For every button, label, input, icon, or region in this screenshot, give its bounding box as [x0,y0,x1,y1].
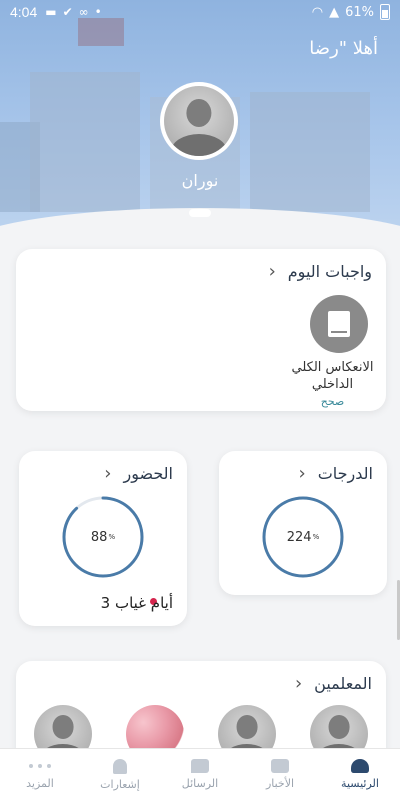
status-right: ◠ ▲ 61% [312,4,390,20]
overflow-icon: • [94,5,102,19]
grades-title: الدرجات [317,464,373,483]
child-avatar[interactable] [160,82,238,160]
attendance-title: الحضور [123,464,173,483]
check-icon: ✔ [62,5,73,19]
nav-more-label: المزيد [26,777,54,790]
attendance-percent: 88% [90,529,116,545]
absence-summary: 3 أيام غياب [33,594,173,612]
bottom-nav: الرئيسية الأخبار الرسائل إشعارات المزيد [0,748,400,800]
nav-home-label: الرئيسية [341,777,379,790]
nav-notifications[interactable]: إشعارات [80,749,160,800]
book-icon[interactable] [310,295,368,353]
status-bar: 4:04 ▬ ✔ ∞ • ◠ ▲ 61% [0,0,400,24]
battery-icon [380,4,390,20]
attendance-header[interactable]: › الحضور [104,463,173,484]
battery-percent: 61% [345,4,374,20]
greeting-text: أهلا "رضا [309,38,378,59]
home-icon [351,759,369,773]
chat-icon: ▬ [45,5,57,19]
newspaper-icon [271,759,289,773]
notification-icons: ▬ ✔ ∞ • [45,5,101,19]
wifi-icon: ◠ [311,4,324,20]
homework-subject[interactable]: الانعكاس الكلي الداخلي [285,359,380,393]
homework-status: صحح [320,395,345,408]
teachers-title: المعلمين [314,674,372,693]
grades-header[interactable]: › الدرجات [299,463,373,484]
nav-news-label: الأخبار [265,777,295,790]
grades-card[interactable]: › الدرجات 224% [219,451,387,595]
bell-icon [113,758,127,774]
homework-header[interactable]: › واجبات اليوم [269,261,372,282]
chat-icon [191,759,209,773]
more-dots-icon [29,759,51,773]
nav-more[interactable]: المزيد [0,749,80,800]
attendance-card[interactable]: › الحضور 88% 3 أيام غياب [19,451,187,626]
nav-notifications-label: إشعارات [100,777,140,791]
chevron-right-icon: › [294,673,303,694]
child-name: نوران [181,171,219,190]
status-time: 4:04 [10,4,38,20]
building-image [250,92,370,212]
grades-percent: 224% [286,529,320,545]
nav-home[interactable]: الرئيسية [320,749,400,800]
chevron-right-icon: › [104,463,112,484]
nav-messages-label: الرسائل [181,777,219,790]
nav-news[interactable]: الأخبار [240,749,320,800]
signal-icon: ▲ [329,4,340,20]
chevron-right-icon: › [268,261,276,282]
homework-card[interactable]: › واجبات اليوم الانعكاس الكلي الداخلي صح… [16,249,386,411]
voicemail-icon: ∞ [78,5,89,19]
teachers-header[interactable]: › المعلمين [295,673,372,694]
chevron-right-icon: › [298,463,306,484]
nav-messages[interactable]: الرسائل [160,749,240,800]
building-image [30,72,140,212]
homework-title: واجبات اليوم [287,262,372,281]
absence-text: 3 أيام غياب [100,594,173,612]
pager-indicator [189,209,211,217]
